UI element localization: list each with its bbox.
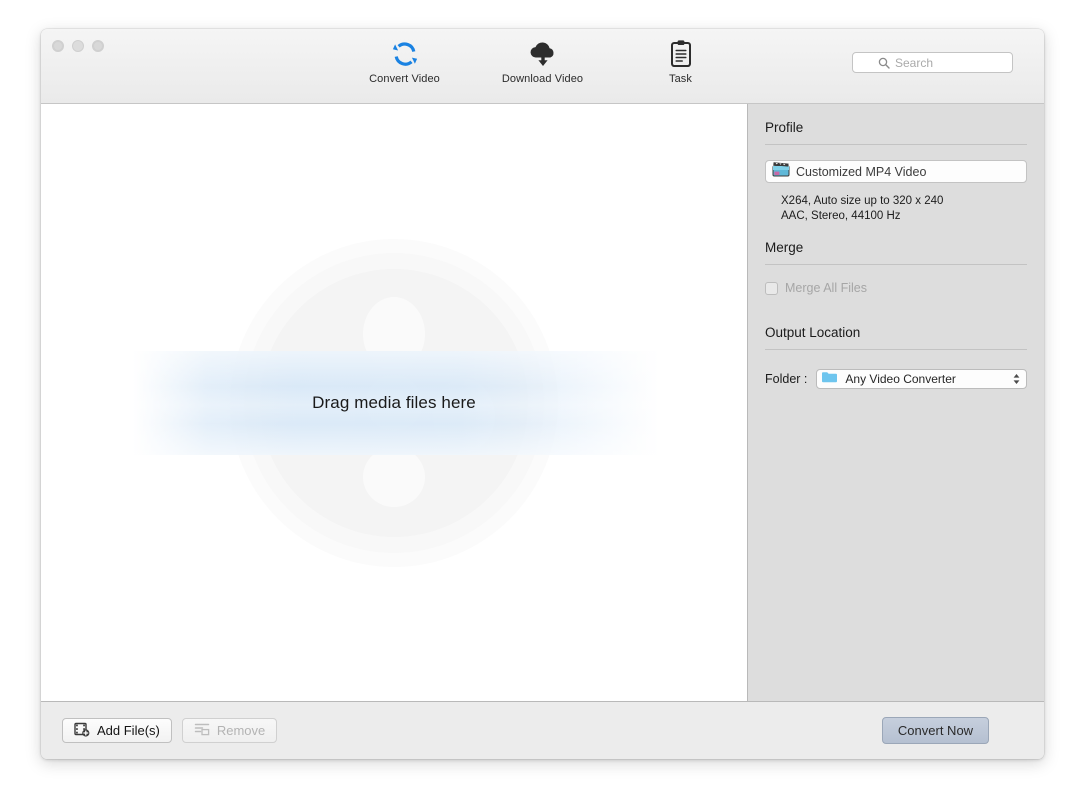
search-input[interactable] <box>895 55 987 70</box>
output-folder-value: Any Video Converter <box>845 372 956 386</box>
add-files-label: Add File(s) <box>97 723 160 738</box>
remove-label: Remove <box>216 723 266 738</box>
search-icon <box>878 57 890 69</box>
toolbar: Convert Video Download Video Task Search <box>41 29 1044 104</box>
add-files-button[interactable]: Add File(s) <box>62 718 172 743</box>
profile-details: X264, Auto size up to 320 x 240 AAC, Ste… <box>781 194 1027 224</box>
cloud-download-icon <box>527 38 559 70</box>
profile-section-title: Profile <box>765 120 804 135</box>
refresh-circular-icon <box>390 38 420 70</box>
output-folder-select[interactable]: Any Video Converter <box>816 369 1027 389</box>
toolbar-item-label: Convert Video <box>369 73 440 85</box>
clipboard-icon <box>668 38 694 70</box>
screen: Convert Video Download Video Task Search… <box>0 0 1084 806</box>
bottom-toolbar: Add File(s) Remove Convert Now <box>41 701 1044 759</box>
settings-sidebar: Profile Customized MP4 Video X264, Auto … <box>748 104 1044 701</box>
toolbar-item-label: Download Video <box>501 73 584 85</box>
clapperboard-icon <box>772 161 790 182</box>
toolbar-item-download-video[interactable]: Download Video <box>491 38 595 85</box>
toolbar-item-label: Task <box>668 73 693 85</box>
toolbar-item-convert-video[interactable]: Convert Video <box>353 38 457 85</box>
film-add-icon <box>74 722 90 740</box>
convert-now-button[interactable]: Convert Now <box>882 717 989 744</box>
divider <box>765 144 1027 145</box>
profile-selector[interactable]: Customized MP4 Video <box>765 160 1027 183</box>
output-location-section-title: Output Location <box>765 325 861 340</box>
profile-video-detail: X264, Auto size up to 320 x 240 <box>781 195 944 207</box>
merge-all-files-row[interactable]: Merge All Files <box>765 281 1027 295</box>
merge-section-title: Merge <box>765 240 804 255</box>
list-remove-icon <box>194 722 210 739</box>
folder-icon <box>821 370 838 388</box>
toolbar-item-task[interactable]: Task <box>629 38 733 85</box>
main-body: Drag media files here Profile Customized… <box>41 104 1044 701</box>
media-drop-area[interactable]: Drag media files here <box>41 104 748 701</box>
profile-selected-label: Customized MP4 Video <box>796 164 927 179</box>
remove-button[interactable]: Remove <box>181 718 278 743</box>
drop-area-message: Drag media files here <box>312 392 476 412</box>
profile-audio-detail: AAC, Stereo, 44100 Hz <box>781 210 901 222</box>
output-folder-row: Folder : Any Video Converter <box>765 369 1027 389</box>
app-window: Convert Video Download Video Task Search… <box>41 29 1044 759</box>
divider <box>765 264 1027 265</box>
merge-all-files-label: Merge All Files <box>785 281 867 295</box>
merge-all-files-checkbox[interactable] <box>765 281 778 295</box>
convert-now-label: Convert Now <box>897 723 974 738</box>
output-folder-label: Folder : <box>765 372 808 386</box>
search-field[interactable] <box>852 52 1013 73</box>
chevron-updown-icon <box>1012 372 1021 386</box>
divider <box>765 349 1027 350</box>
